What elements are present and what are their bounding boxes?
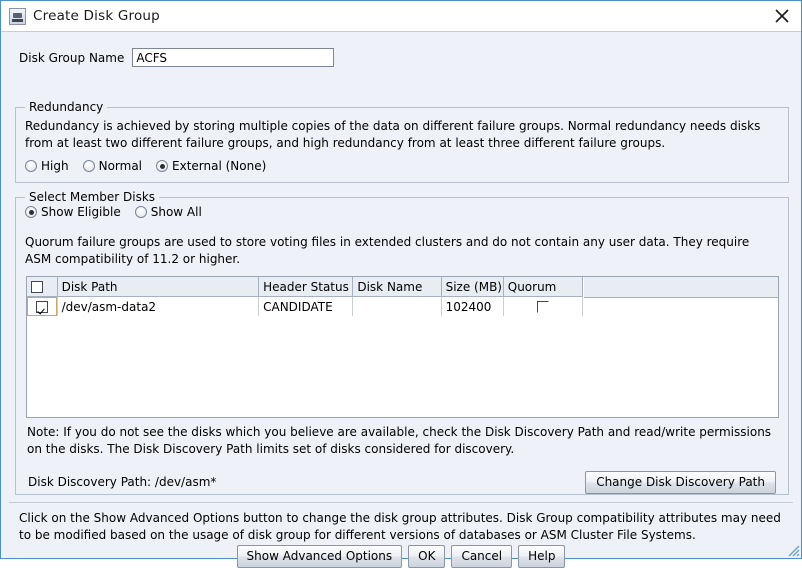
radio-show-all[interactable]: Show All bbox=[134, 205, 202, 219]
radio-label: Show Eligible bbox=[41, 205, 121, 219]
column-header-header-status[interactable]: Header Status bbox=[258, 277, 354, 297]
quorum-note: Quorum failure groups are used to store … bbox=[25, 235, 750, 266]
disk-discovery-note: Note: If you do not see the disks which … bbox=[27, 425, 772, 456]
disk-discovery-path-row: Disk Discovery Path: /dev/asm* Change Di… bbox=[28, 471, 778, 494]
radio-indicator bbox=[82, 160, 95, 172]
cell-disk-path: /dev/asm-data2 bbox=[57, 296, 260, 316]
select-member-disks-groupbox: Select Member Disks Show Eligible Show A… bbox=[15, 190, 789, 495]
table-row[interactable]: /dev/asm-data2 CANDIDATE 102400 bbox=[27, 296, 584, 316]
radio-show-eligible[interactable]: Show Eligible bbox=[25, 205, 121, 219]
radio-label: Show All bbox=[150, 205, 202, 219]
change-disk-discovery-path-button[interactable]: Change Disk Discovery Path bbox=[585, 471, 776, 494]
radio-indicator bbox=[156, 160, 169, 172]
redundancy-radio-group: High Normal External (None) bbox=[25, 159, 280, 173]
title-bar: Create Disk Group bbox=[1, 1, 801, 32]
close-icon[interactable] bbox=[771, 5, 793, 27]
cancel-button[interactable]: Cancel bbox=[451, 545, 513, 568]
disk-discovery-path-label: Disk Discovery Path: /dev/asm* bbox=[28, 475, 217, 489]
cell-header-status: CANDIDATE bbox=[258, 296, 354, 316]
dialog-body: Disk Group Name Redundancy Redundancy is… bbox=[1, 32, 801, 568]
disk-group-name-input[interactable] bbox=[132, 48, 335, 67]
row-select-cell[interactable] bbox=[27, 296, 58, 316]
radio-indicator bbox=[25, 160, 37, 172]
radio-external-none[interactable]: External (None) bbox=[156, 159, 266, 173]
select-member-disks-legend: Select Member Disks bbox=[25, 190, 160, 204]
redundancy-description: Redundancy is achieved by storing multip… bbox=[25, 119, 761, 150]
window-title: Create Disk Group bbox=[33, 8, 160, 24]
ok-button[interactable]: OK bbox=[408, 545, 446, 568]
radio-high[interactable]: High bbox=[25, 159, 69, 173]
show-advanced-options-button[interactable]: Show Advanced Options bbox=[236, 545, 403, 568]
radio-normal[interactable]: Normal bbox=[82, 159, 143, 173]
column-header-disk-name[interactable]: Disk Name bbox=[352, 277, 442, 297]
column-header-select-all[interactable] bbox=[27, 277, 58, 297]
table-header-filler bbox=[584, 277, 778, 298]
disk-group-name-label: Disk Group Name bbox=[19, 50, 125, 65]
radio-label: High bbox=[41, 159, 69, 173]
disk-group-icon bbox=[9, 7, 26, 25]
footer-button-bar: Show Advanced Options OK Cancel Help bbox=[1, 545, 801, 568]
column-header-quorum[interactable]: Quorum bbox=[503, 277, 584, 297]
radio-label: External (None) bbox=[172, 159, 267, 173]
column-header-size-mb[interactable]: Size (MB) bbox=[441, 277, 504, 297]
create-disk-group-dialog: Create Disk Group Disk Group Name Redund… bbox=[0, 0, 802, 568]
disk-filter-radio-group: Show Eligible Show All bbox=[25, 205, 216, 219]
footer-divider bbox=[9, 502, 793, 503]
row-select-checkbox[interactable] bbox=[35, 301, 48, 313]
select-all-checkbox[interactable] bbox=[31, 281, 43, 293]
cell-disk-name bbox=[352, 296, 442, 316]
cell-quorum[interactable] bbox=[503, 296, 584, 316]
redundancy-groupbox: Redundancy Redundancy is achieved by sto… bbox=[15, 100, 789, 183]
help-button[interactable]: Help bbox=[518, 545, 566, 568]
disks-table-container[interactable]: Disk Path Header Status Disk Name Size (… bbox=[26, 276, 779, 418]
disk-group-name-row: Disk Group Name bbox=[19, 48, 335, 67]
resize-grip[interactable] bbox=[786, 543, 800, 557]
disks-table: Disk Path Header Status Disk Name Size (… bbox=[27, 277, 584, 316]
quorum-checkbox[interactable] bbox=[536, 301, 549, 313]
cell-size-mb: 102400 bbox=[441, 296, 504, 316]
radio-indicator bbox=[25, 206, 37, 218]
radio-label: Normal bbox=[98, 159, 143, 173]
radio-indicator bbox=[134, 206, 147, 218]
column-header-disk-path[interactable]: Disk Path bbox=[57, 277, 260, 297]
redundancy-legend: Redundancy bbox=[25, 100, 108, 114]
table-header-row: Disk Path Header Status Disk Name Size (… bbox=[27, 277, 584, 297]
footer-description: Click on the Show Advanced Options butto… bbox=[19, 511, 781, 542]
